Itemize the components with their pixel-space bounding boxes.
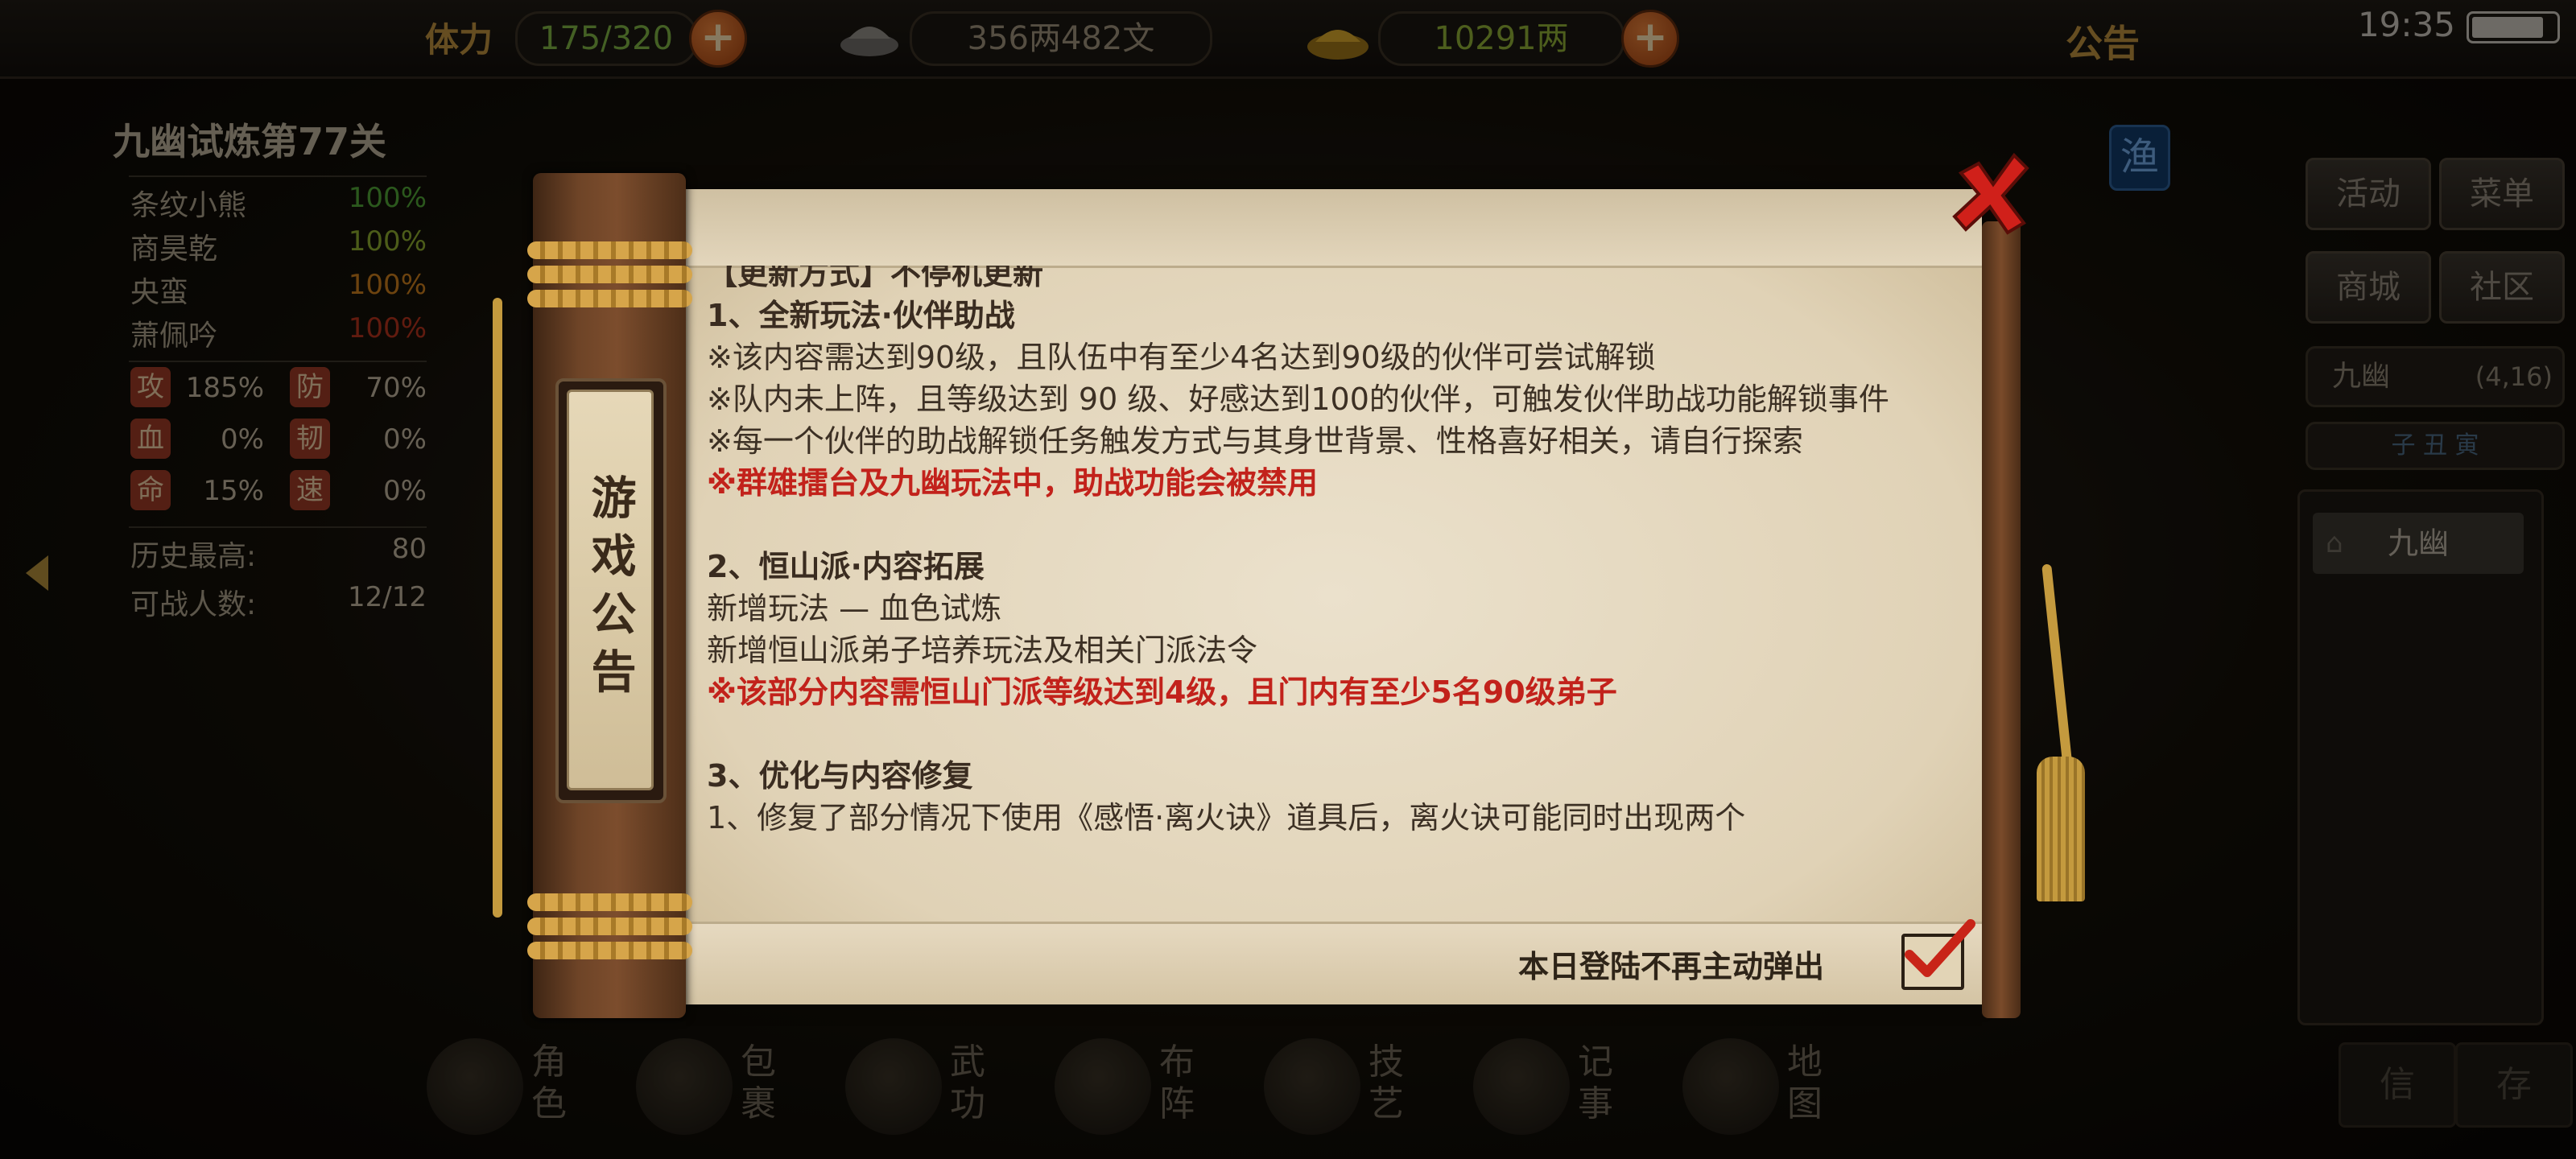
- notice-tag-title: 游戏公告: [567, 390, 654, 790]
- optout-checkbox[interactable]: [1901, 919, 1975, 990]
- close-icon: [1952, 152, 2029, 235]
- rope-wrap: [527, 918, 692, 935]
- rope-wrap: [527, 241, 692, 259]
- notice-line: 2、恒山派·内容拓展: [707, 549, 985, 584]
- notice-line: 1、全新玩法·伙伴助战: [707, 298, 1015, 333]
- rope-hanging: [493, 298, 502, 918]
- optout-label: 本日登陆不再主动弹出: [1518, 949, 1825, 984]
- notice-line: ※每一个伙伴的助战解锁任务触发方式与其身世背景、性格喜好相关，请自行探索: [707, 423, 1803, 459]
- tassel-icon: [2037, 757, 2085, 901]
- notice-line: 【更新方式】不停机更新: [707, 266, 1044, 291]
- notice-line: ※队内未上阵，且等级达到 90 级、好感达到100的伙伴，可触发伙伴助战功能解锁…: [707, 382, 1889, 417]
- notice-spacer: [707, 713, 1971, 755]
- notice-line: ※群雄擂台及九幽玩法中，助战功能会被禁用: [707, 465, 1318, 501]
- rope-wrap: [527, 266, 692, 283]
- notice-tag: 游戏公告: [555, 378, 667, 803]
- parchment-top-edge: [686, 189, 1982, 268]
- notice-line: ※该部分内容需恒山门派等级达到4级，且门内有至少5名90级弟子: [707, 674, 1617, 710]
- notice-line: 3、优化与内容修复: [707, 758, 973, 794]
- rope-wrap: [527, 893, 692, 911]
- notice-spacer: [707, 504, 1971, 546]
- close-button[interactable]: [1946, 149, 2035, 237]
- notice-line: 新增恒山派弟子培养玩法及相关门派法令: [707, 633, 1258, 668]
- notice-line: 1、修复了部分情况下使用《感悟·离火诀》道具后，离火诀可能同时出现两个: [707, 800, 1746, 835]
- notice-line: 新增玩法 — 血色试炼: [707, 591, 1002, 626]
- checkmark-icon: [1905, 919, 1975, 977]
- rope-wrap: [527, 290, 692, 307]
- notice-content[interactable]: 【更新方式】不停机更新 1、全新玩法·伙伴助战 ※该内容需达到90级，且队伍中有至少…: [707, 266, 1971, 922]
- scroll-rod-right: [1982, 221, 2021, 1018]
- notice-line: ※该内容需达到90级，且队伍中有至少4名达到90级的伙伴可尝试解锁: [707, 340, 1656, 375]
- rope-wrap: [527, 942, 692, 959]
